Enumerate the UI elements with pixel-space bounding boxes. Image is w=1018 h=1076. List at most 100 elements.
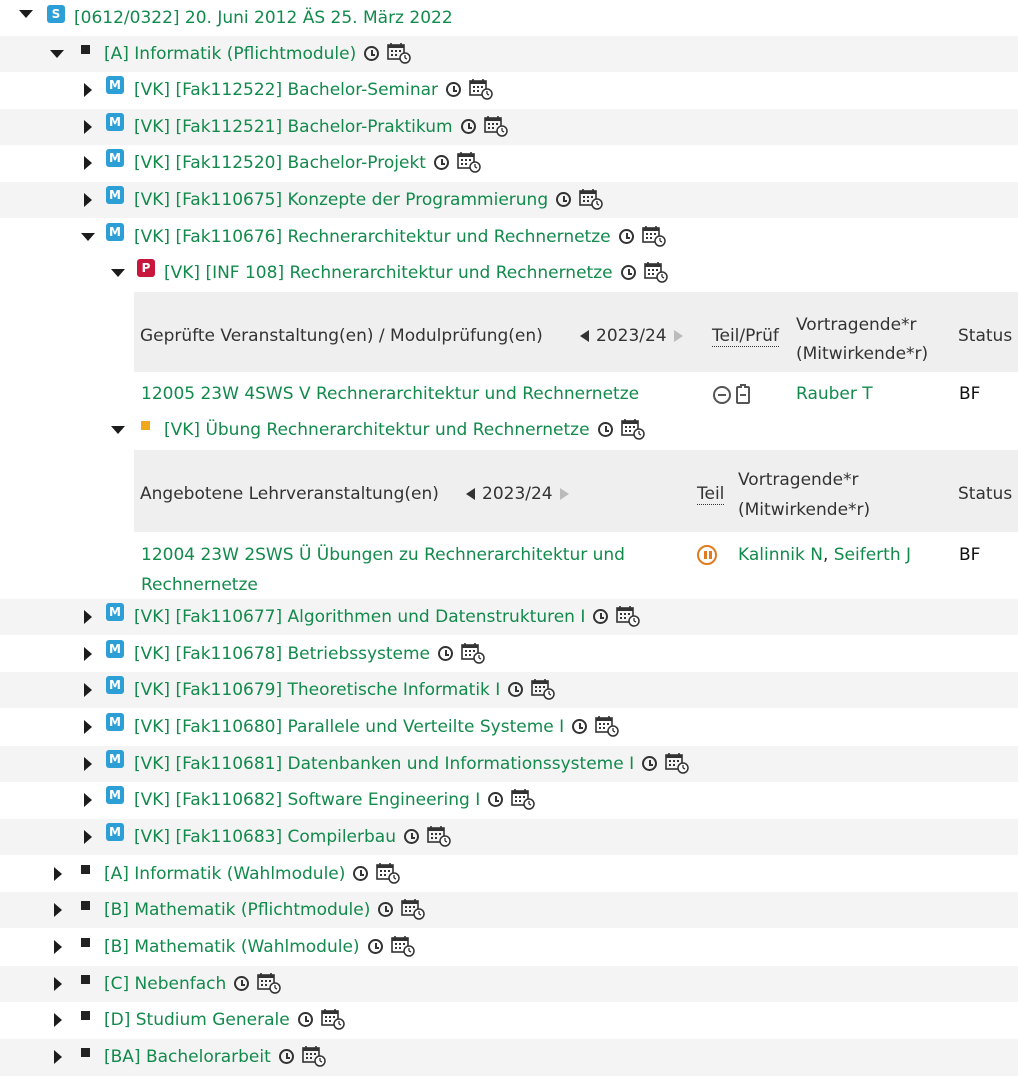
tree-label-informatik-pflicht[interactable]: [A] Informatik (Pflichtmodule) [104,43,411,65]
prev-semester-icon[interactable] [466,488,475,500]
calendar-icon[interactable] [620,418,645,440]
next-semester-icon[interactable] [673,330,683,342]
caret-right-icon[interactable] [84,720,92,734]
tree-label-module[interactable]: [VK] [Fak110679] Theoretische Informatik… [134,678,556,701]
caret-right-icon[interactable] [54,867,62,881]
tree-label-group[interactable]: [C] Nebenfach [104,972,282,995]
tree-label-module[interactable]: [VK] [Fak110677] Algorithmen und Datenst… [134,605,641,628]
clock-icon[interactable] [438,645,454,661]
caret-down-icon[interactable] [111,269,125,277]
tree-label-module[interactable]: [VK] [Fak110678] Betriebssysteme [134,643,485,665]
clock-icon[interactable] [378,901,394,917]
calendar-icon[interactable] [390,935,415,957]
tree-label-module[interactable]: [VK] [Fak110680] Parallele und Verteilte… [134,716,619,738]
clock-icon[interactable] [446,81,462,97]
caret-down-icon[interactable] [19,10,33,18]
tree-label-uebung[interactable]: [VK] Übung Rechnerarchitektur und Rechne… [164,419,645,441]
calendar-icon[interactable] [469,78,493,100]
caret-down-icon[interactable] [81,233,95,241]
exam-row-title-link[interactable]: 12005 23W 4SWS V Rechnerarchitektur und … [141,384,639,404]
clock-icon[interactable] [367,938,383,954]
caret-right-icon[interactable] [84,120,92,134]
person-link-seiferth[interactable]: Seiferth J [834,545,911,565]
pause-circle-icon[interactable] [697,545,717,565]
caret-right-icon[interactable] [84,830,92,844]
calendar-icon[interactable] [457,151,481,173]
clock-icon[interactable] [618,228,634,244]
clipboard-icon[interactable] [736,384,750,404]
person-link-kalinnik[interactable]: Kalinnik N [738,545,823,565]
caret-right-icon[interactable] [54,903,62,917]
calendar-icon[interactable] [595,715,619,737]
calendar-icon[interactable] [401,898,426,920]
calendar-icon[interactable] [320,1008,345,1030]
caret-right-icon[interactable] [84,793,92,807]
calendar-icon[interactable] [665,752,689,774]
caret-right-icon[interactable] [84,757,92,771]
caret-right-icon[interactable] [54,1013,62,1027]
caret-right-icon[interactable] [84,83,92,97]
minus-circle-icon[interactable] [713,386,731,404]
calendar-icon[interactable] [257,972,282,994]
clock-icon[interactable] [404,828,419,844]
caret-right-icon[interactable] [84,156,92,170]
clock-icon[interactable] [597,421,613,437]
tree-label-group[interactable]: [D] Studium Generale [104,1009,345,1031]
calendar-icon[interactable] [461,642,485,664]
caret-down-icon[interactable] [111,426,125,434]
caret-right-icon[interactable] [84,647,92,661]
calendar-icon[interactable] [641,225,666,247]
caret-right-icon[interactable] [54,940,62,954]
tree-label-module[interactable]: [VK] [Fak110681] Datenbanken und Informa… [134,753,689,775]
calendar-icon[interactable] [643,261,668,283]
clock-icon[interactable] [278,1048,294,1064]
clock-icon[interactable] [234,975,250,991]
clock-icon[interactable] [620,264,636,280]
calendar-icon[interactable] [387,42,411,64]
uebung-square-icon [141,421,150,430]
calendar-icon[interactable] [376,862,401,884]
caret-right-icon[interactable] [54,977,62,991]
mitwirkende-label: (Mitwirkende*r) [738,500,871,520]
clock-icon[interactable] [297,1011,313,1027]
clock-icon[interactable] [488,791,504,807]
tree-label-pruefung[interactable]: [VK] [INF 108] Rechnerarchitektur und Re… [164,262,668,284]
clock-icon[interactable] [642,755,658,771]
calendar-icon[interactable] [579,188,603,210]
clock-icon[interactable] [556,191,572,207]
tree-label-module[interactable]: [VK] [Fak112522] Bachelor-Seminar [134,79,493,101]
clock-icon[interactable] [593,608,609,624]
clock-icon[interactable] [433,154,449,170]
calendar-icon[interactable] [531,678,556,700]
tree-label-group[interactable]: [B] Mathematik (Wahlmodule) [104,936,415,958]
calendar-icon[interactable] [301,1045,326,1067]
caret-right-icon[interactable] [84,683,92,697]
exam-row-person-link[interactable]: Rauber T [796,384,873,404]
tree-label-module[interactable]: [VK] [Fak110683] Compilerbau [134,826,451,848]
course-row-title-link[interactable]: 12004 23W 2SWS Ü Übungen zu Rechnerarchi… [141,540,625,600]
calendar-icon[interactable] [427,825,451,847]
caret-right-icon[interactable] [84,193,92,207]
clock-icon[interactable] [508,681,524,697]
calendar-icon[interactable] [616,605,641,627]
tree-label-module[interactable]: [VK] [Fak112521] Bachelor-Praktikum [134,116,508,138]
tree-label-group[interactable]: [BA] Bachelorarbeit [104,1046,326,1068]
tree-label-root[interactable]: [0612/0322] 20. Juni 2012 ÄS 25. März 20… [74,8,453,28]
caret-down-icon[interactable] [50,50,64,58]
calendar-icon[interactable] [483,115,508,137]
caret-right-icon[interactable] [84,610,92,624]
clock-icon[interactable] [364,45,380,61]
tree-label-module[interactable]: [VK] [Fak110682] Software Engineering I [134,788,536,811]
tree-label-group[interactable]: [A] Informatik (Wahlmodule) [104,862,401,885]
clock-icon[interactable] [460,118,476,134]
tree-label-module[interactable]: [VK] [Fak112520] Bachelor-Projekt [134,152,481,174]
next-semester-icon[interactable] [559,488,569,500]
prev-semester-icon[interactable] [580,330,589,342]
tree-label-module[interactable]: [VK] [Fak110675] Konzepte der Programmie… [134,189,603,211]
clock-icon[interactable] [353,865,369,881]
tree-label-group[interactable]: [B] Mathematik (Pflichtmodule) [104,898,426,921]
calendar-icon[interactable] [511,788,536,810]
tree-label-module[interactable]: [VK] [Fak110676] Rechnerarchitektur und … [134,226,666,248]
caret-right-icon[interactable] [54,1050,62,1064]
clock-icon[interactable] [572,718,588,734]
